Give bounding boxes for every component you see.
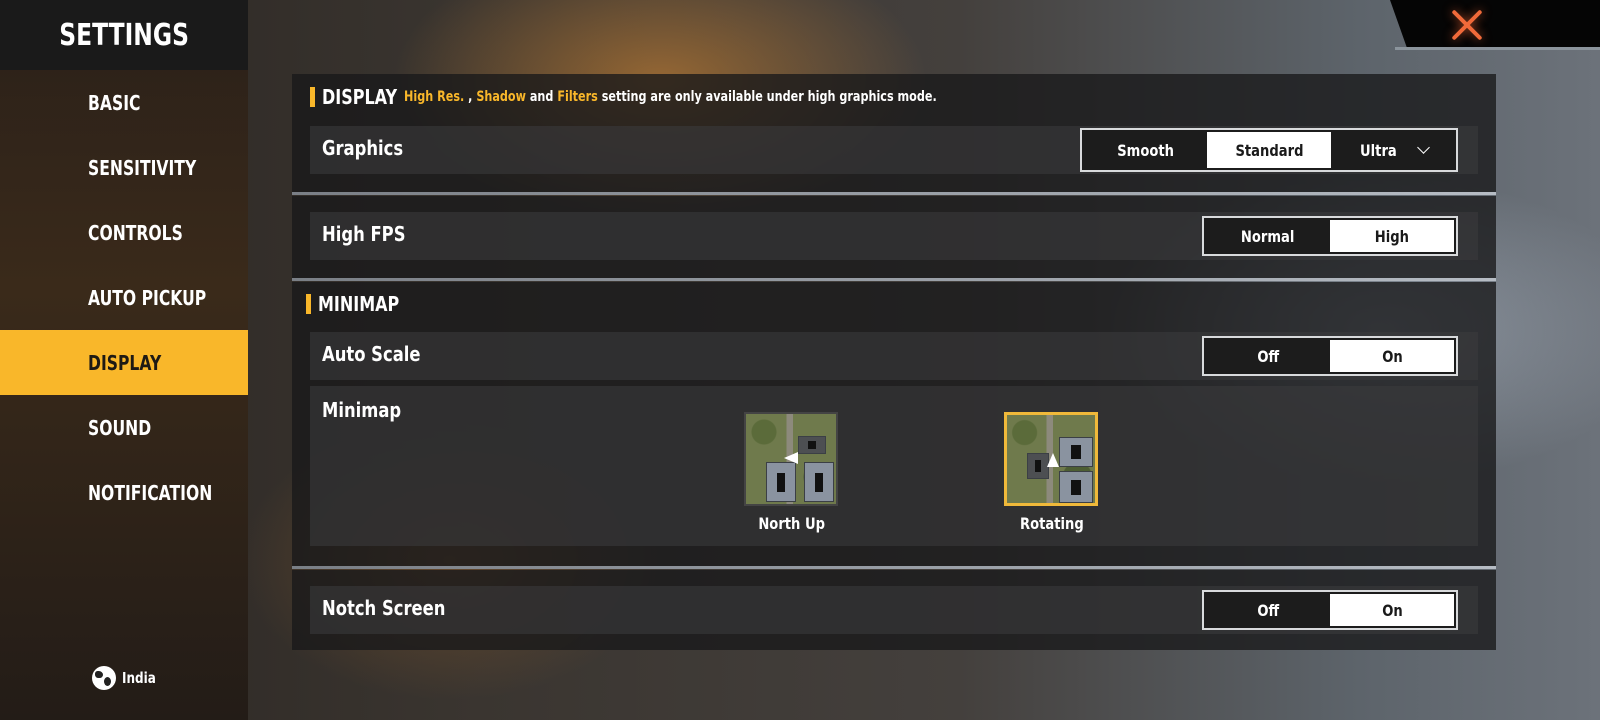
- notch-screen-label: Notch Screen: [322, 596, 446, 620]
- high-fps-toggle: Normal High: [1202, 216, 1458, 256]
- graphics-option-ultra[interactable]: Ultra: [1331, 132, 1454, 168]
- option-label: North Up: [758, 514, 826, 533]
- sidebar-item-label: BASIC: [88, 90, 141, 115]
- player-arrow-icon: [1047, 453, 1059, 467]
- minimap-section: MINIMAP Auto Scale Off On Minimap North …: [292, 282, 1496, 566]
- note-highlight-shadow: Shadow: [476, 89, 526, 105]
- notch-option-off[interactable]: Off: [1206, 594, 1330, 626]
- divider: [292, 566, 1496, 569]
- close-bar-divider: [1395, 47, 1600, 50]
- option-label: Off: [1257, 600, 1279, 620]
- minimap-section-header: MINIMAP: [306, 292, 420, 316]
- notch-screen-row: Notch Screen Off On: [310, 586, 1478, 634]
- section-title: MINIMAP: [318, 292, 400, 316]
- player-arrow-icon: [784, 452, 798, 464]
- sidebar-item-sensitivity[interactable]: SENSITIVITY: [0, 135, 248, 200]
- section-accent-bar: [310, 87, 315, 107]
- auto-scale-option-on[interactable]: On: [1330, 340, 1454, 372]
- sidebar-item-label: SOUND: [88, 415, 152, 440]
- globe-icon: [92, 666, 116, 690]
- sidebar-item-label: CONTROLS: [88, 220, 183, 245]
- sidebar-item-display[interactable]: DISPLAY: [0, 330, 248, 395]
- graphics-note: High Res. , Shadow and Filters setting a…: [404, 89, 937, 105]
- option-label: On: [1381, 600, 1403, 620]
- minimap-option-rotating[interactable]: Rotating: [1004, 412, 1100, 534]
- section-title: DISPLAY: [322, 85, 398, 109]
- region-label: India: [122, 669, 156, 687]
- option-label: High: [1374, 226, 1410, 246]
- note-highlight-high-res: High Res.: [403, 89, 465, 105]
- close-area: [1390, 0, 1600, 48]
- display-section-header: DISPLAY High Res. , Shadow and Filters s…: [310, 85, 1070, 109]
- settings-sidebar: SETTINGS BASIC SENSITIVITY CONTROLS AUTO…: [0, 0, 248, 720]
- sidebar-item-label: SENSITIVITY: [88, 155, 197, 180]
- graphics-label: Graphics: [322, 136, 404, 160]
- sidebar-item-auto-pickup[interactable]: AUTO PICKUP: [0, 265, 248, 330]
- divider: [292, 192, 1496, 195]
- option-label: On: [1381, 346, 1403, 366]
- note-highlight-filters: Filters: [557, 89, 598, 105]
- high-fps-section: High FPS Normal High: [292, 196, 1496, 278]
- fps-option-normal[interactable]: Normal: [1206, 220, 1330, 252]
- chevron-down-icon: [1417, 140, 1431, 154]
- sidebar-item-controls[interactable]: CONTROLS: [0, 200, 248, 265]
- north-up-map-thumbnail: [744, 412, 838, 506]
- notch-screen-toggle: Off On: [1202, 590, 1458, 630]
- note-text: ,: [464, 89, 477, 105]
- minimap-mode-row: Minimap North Up Rotating: [310, 386, 1478, 546]
- notch-section: Notch Screen Off On: [292, 570, 1496, 650]
- option-label: Standard: [1234, 140, 1304, 160]
- display-section: DISPLAY High Res. , Shadow and Filters s…: [292, 74, 1496, 192]
- sidebar-item-label: AUTO PICKUP: [88, 285, 207, 310]
- option-label: Smooth: [1117, 140, 1175, 160]
- sidebar-item-label: DISPLAY: [88, 350, 162, 375]
- option-label: Off: [1257, 346, 1279, 366]
- section-accent-bar: [306, 294, 311, 314]
- sidebar-item-notification[interactable]: NOTIFICATION: [0, 460, 248, 525]
- option-label: Rotating: [1020, 514, 1084, 533]
- graphics-option-smooth[interactable]: Smooth: [1084, 132, 1207, 168]
- auto-scale-option-off[interactable]: Off: [1206, 340, 1330, 372]
- fps-option-high[interactable]: High: [1330, 220, 1454, 252]
- sidebar-item-sound[interactable]: SOUND: [0, 395, 248, 460]
- page-title: SETTINGS: [59, 17, 189, 53]
- sidebar-item-basic[interactable]: BASIC: [0, 70, 248, 135]
- graphics-selector: Smooth Standard Ultra: [1080, 128, 1458, 172]
- high-fps-row: High FPS Normal High: [310, 212, 1478, 260]
- minimap-mode-label: Minimap: [322, 398, 402, 422]
- notch-option-on[interactable]: On: [1330, 594, 1454, 626]
- minimap-option-north-up[interactable]: North Up: [744, 412, 840, 534]
- graphics-option-standard[interactable]: Standard: [1207, 132, 1331, 168]
- sidebar-item-label: NOTIFICATION: [88, 480, 213, 505]
- note-text: setting are only available under high gr…: [597, 89, 937, 105]
- note-text: and: [525, 89, 558, 105]
- region-selector[interactable]: India: [92, 666, 164, 690]
- close-icon[interactable]: [1450, 7, 1484, 41]
- divider: [292, 278, 1496, 281]
- sidebar-header: SETTINGS: [0, 0, 248, 70]
- rotating-map-thumbnail: [1004, 412, 1098, 506]
- option-label: Normal: [1241, 226, 1295, 246]
- graphics-row: Graphics Smooth Standard Ultra: [310, 126, 1478, 174]
- auto-scale-row: Auto Scale Off On: [310, 332, 1478, 380]
- auto-scale-label: Auto Scale: [322, 342, 421, 366]
- option-label: Ultra: [1360, 140, 1398, 160]
- high-fps-label: High FPS: [322, 222, 406, 246]
- auto-scale-toggle: Off On: [1202, 336, 1458, 376]
